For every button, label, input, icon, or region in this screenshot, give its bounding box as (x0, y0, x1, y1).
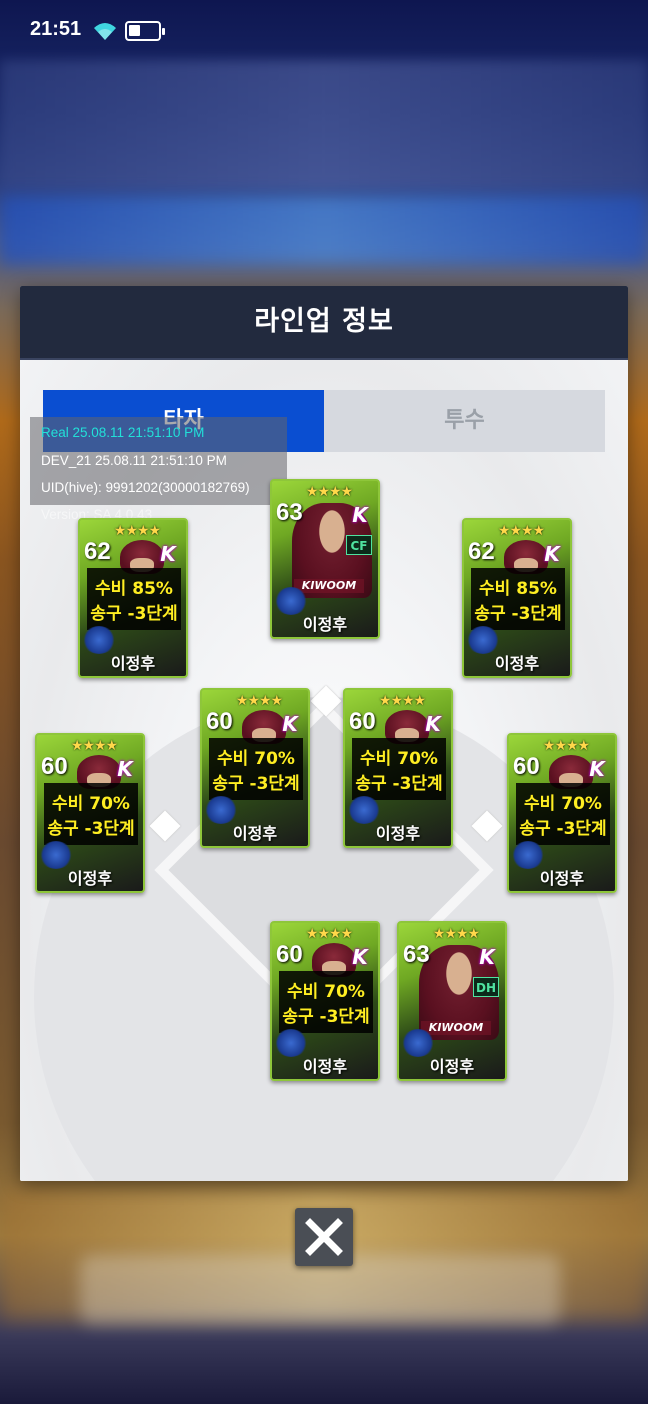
team-logo-icon: K (352, 945, 368, 969)
dialog-header: 라인업 정보 (20, 286, 628, 360)
player-name: 이정후 (429, 1057, 475, 1076)
stat-box: 수비 70% 송구 -3단계 (352, 738, 446, 800)
player-name: 이정후 (232, 824, 278, 843)
stat-defense: 수비 70% (217, 749, 295, 769)
team-logo-icon: K (117, 757, 133, 781)
stat-defense: 수비 70% (360, 749, 438, 769)
rating: 63 (403, 941, 430, 968)
stars: ★★★★ (497, 523, 545, 539)
lineup-dialog: 라인업 정보 타자 투수 Real 25.08.11 21:51:10 PM D… (20, 286, 628, 1181)
position-badge: DH (473, 977, 499, 997)
stat-defense: 수비 85% (479, 579, 557, 599)
team-logo-icon: K (352, 503, 368, 527)
stat-throw: 송구 -3단계 (212, 774, 300, 794)
stars: ★★★★ (305, 484, 353, 500)
stat-throw: 송구 -3단계 (47, 819, 135, 839)
stat-box: 수비 85% 송구 -3단계 (87, 568, 181, 630)
stars: ★★★★ (542, 738, 590, 754)
rating: 62 (84, 538, 111, 565)
close-icon (305, 1218, 343, 1256)
stat-throw: 송구 -3단계 (282, 1007, 370, 1027)
stars: ★★★★ (70, 738, 118, 754)
rating: 63 (276, 499, 303, 526)
player-name: 이정후 (375, 824, 421, 843)
stat-box: 수비 85% 송구 -3단계 (471, 568, 565, 630)
stars: ★★★★ (113, 523, 161, 539)
player-card-second-base[interactable]: ★★★★ 60 K 수비 70% 송구 -3단계 이정후 (343, 688, 453, 848)
stars: ★★★★ (432, 926, 480, 942)
position-badge: CF (346, 535, 372, 555)
debug-real: Real 25.08.11 21:51:10 PM (41, 425, 205, 440)
player-card-designated-hitter[interactable]: ★★★★ 63 K DH KIWOOM 이정후 (397, 921, 507, 1081)
wifi-icon (94, 23, 116, 40)
dialog-title: 라인업 정보 (254, 306, 394, 337)
stat-throw: 송구 -3단계 (90, 604, 178, 624)
player-card-third-base[interactable]: ★★★★ 62 K 수비 85% 송구 -3단계 이정후 (78, 518, 188, 678)
player-name: 이정후 (539, 869, 585, 888)
debug-uid: UID(hive): 9991202(30000182769) (41, 480, 250, 495)
background-blur (0, 60, 648, 190)
rating: 60 (276, 941, 303, 968)
jersey-text: KIWOOM (294, 579, 364, 593)
stars: ★★★★ (378, 693, 426, 709)
stat-box: 수비 70% 송구 -3단계 (209, 738, 303, 800)
stat-box: 수비 70% 송구 -3단계 (516, 783, 610, 845)
player-card-catcher[interactable]: ★★★★ 60 K 수비 70% 송구 -3단계 이정후 (270, 921, 380, 1081)
team-logo-icon: K (544, 542, 560, 566)
stat-defense: 수비 70% (524, 794, 602, 814)
stat-defense: 수비 85% (95, 579, 173, 599)
team-logo-icon: K (160, 542, 176, 566)
close-button[interactable] (295, 1208, 353, 1266)
player-name: 이정후 (110, 654, 156, 673)
jersey-text: KIWOOM (421, 1021, 491, 1035)
stat-box: 수비 70% 송구 -3단계 (44, 783, 138, 845)
tab-pitcher[interactable]: 투수 (324, 390, 605, 452)
stat-box: 수비 70% 송구 -3단계 (279, 971, 373, 1033)
player-name: 이정후 (494, 654, 540, 673)
debug-dev: DEV_21 25.08.11 21:51:10 PM (41, 453, 227, 468)
stat-throw: 송구 -3단계 (355, 774, 443, 794)
team-logo-icon: K (282, 712, 298, 736)
status-bar: 21:51 (0, 0, 648, 60)
stars: ★★★★ (305, 926, 353, 942)
rating: 60 (206, 708, 233, 735)
team-logo-icon: K (589, 757, 605, 781)
stat-defense: 수비 70% (287, 982, 365, 1002)
rating: 60 (41, 753, 68, 780)
stars: ★★★★ (235, 693, 283, 709)
player-card-center-field[interactable]: ★★★★ 63 K CF KIWOOM 이정후 (270, 479, 380, 639)
battery-icon (125, 21, 165, 41)
stat-defense: 수비 70% (52, 794, 130, 814)
player-name: 이정후 (67, 869, 113, 888)
player-card-left-field[interactable]: ★★★★ 60 K 수비 70% 송구 -3단계 이정후 (35, 733, 145, 893)
rating: 62 (468, 538, 495, 565)
battery-level (129, 25, 140, 36)
player-name: 이정후 (302, 1057, 348, 1076)
team-logo-icon: K (479, 945, 495, 969)
player-card-right-field[interactable]: ★★★★ 60 K 수비 70% 송구 -3단계 이정후 (507, 733, 617, 893)
rating: 60 (349, 708, 376, 735)
background-blur (0, 195, 648, 265)
debug-overlay: Real 25.08.11 21:51:10 PM DEV_21 25.08.1… (30, 417, 287, 522)
player-card-shortstop[interactable]: ★★★★ 60 K 수비 70% 송구 -3단계 이정후 (200, 688, 310, 848)
player-name: 이정후 (302, 615, 348, 634)
rating: 60 (513, 753, 540, 780)
stat-throw: 송구 -3단계 (474, 604, 562, 624)
team-logo-icon: K (425, 712, 441, 736)
status-time: 21:51 (30, 18, 82, 40)
player-card-first-base[interactable]: ★★★★ 62 K 수비 85% 송구 -3단계 이정후 (462, 518, 572, 678)
stat-throw: 송구 -3단계 (519, 819, 607, 839)
